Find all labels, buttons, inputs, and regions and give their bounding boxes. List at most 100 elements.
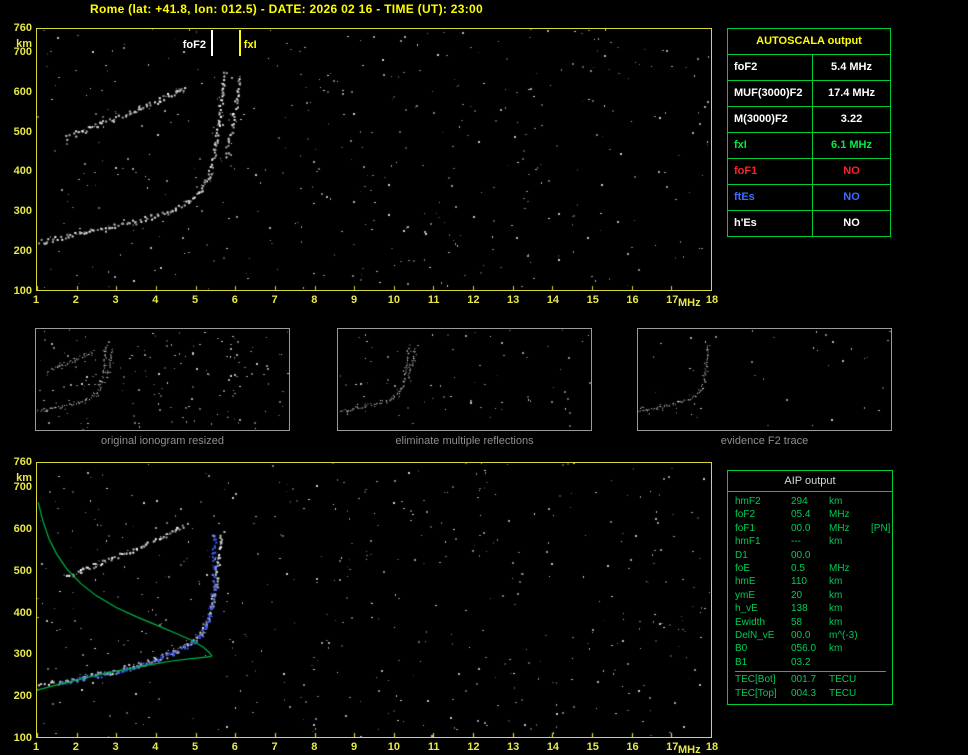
x-tick-label: 8 [311,294,318,306]
y-tick-label: 400 [13,606,32,619]
x-tick-label: 9 [351,741,358,753]
aip-row-fof2: foF2 05.4 MHz [735,508,892,521]
aip-param-unit: MHz [829,509,850,521]
y-tick-label: 600 [13,85,32,98]
aip-row-tectop: TEC[Top] 004.3 TECU [735,687,892,700]
aip-param-unit: km [829,616,843,628]
autoscala-table-title: AUTOSCALA output [756,35,862,47]
aip-param-unit [829,656,871,669]
autoscala-row-label: ftEs [728,185,813,210]
aip-param-name: hmF2 [735,496,761,507]
aip-param-name: foF2 [735,509,756,521]
x-tick-label: 16 [626,741,639,753]
aip-param-name: TEC[Top] [735,687,777,699]
page-title: Rome (lat: +41.8, lon: 012.5) - DATE: 20… [90,2,483,16]
x-tick-label: 7 [271,741,278,753]
x-tick-label: 10 [387,741,400,753]
aip-table-title: AIP output [728,471,892,492]
x-tick-label: 6 [231,294,238,306]
y-tick-label: 200 [13,245,32,258]
autoscala-row-label: h'Es [728,211,813,236]
autoscala-row-hes: h'Es NO [728,210,890,236]
x-tick-label: 11 [427,294,440,306]
aip-param-unit: TECU [829,687,857,699]
x-tick-label: 10 [387,294,400,306]
x-tick-label: 5 [191,294,199,306]
autoscala-row-value: NO [843,217,860,229]
aip-param-name: ymE [735,589,755,601]
aip-row-delnve: DelN_vE 00.0 m^(-3) [735,629,892,642]
thumbnail-1 [35,328,290,431]
aip-param-unit: km [829,496,843,507]
thumbnail-2 [337,328,592,431]
y-tick-label: 400 [13,165,32,178]
x-tick-label: 14 [546,294,560,306]
autoscala-row-value: 6.1 MHz [831,139,872,151]
autoscala-row-label: M(3000)F2 [728,107,813,132]
aip-param-note [871,589,892,602]
aip-param-value: 294 [791,496,808,507]
aip-param-unit: MHz [829,522,850,534]
aip-tec-separator [735,671,886,673]
x-tick-label: 13 [507,741,520,753]
aip-row-d1: D1 00.0 [735,549,892,562]
autoscala-table-rows: foF2 5.4 MHz MUF(3000)F2 17.4 MHz M(3000)F2 3… [728,54,890,236]
profile-ionogram-canvas [37,463,711,737]
fxi-marker-label: fxI [242,39,258,51]
x-tick-label: 6 [231,741,238,753]
aip-param-name: hmE [735,576,756,588]
aip-param-note: [PN] [871,522,891,534]
x-tick-label: 7 [271,294,278,306]
aip-param-unit: km [829,589,843,601]
fof2-marker-label: foF2 [174,39,207,51]
aip-param-unit: km [829,643,843,655]
aip-param-value: 056.0 [791,643,817,655]
autoscala-row-label: foF2 [728,55,813,80]
autoscala-row-fxi: fxI 6.1 MHz [728,132,890,158]
x-tick-label: 15 [586,294,599,306]
aip-row-b1: B1 03.2 [735,656,892,669]
y-tick-label: 760 [13,456,32,468]
aip-param-note [871,656,892,669]
x-tick-label: 1 [32,741,40,753]
autoscala-row-value: 17.4 MHz [827,87,876,99]
aip-param-value: 004.3 [791,687,817,699]
x-tick-label: 1 [32,294,40,306]
aip-param-value: 110 [791,576,807,588]
aip-param-name: B0 [735,643,748,655]
y-tick-label: 600 [13,522,32,535]
aip-output-table: AIP output hmF2 294 km foF2 05.4 MHz foF1 00.0 M… [727,470,893,706]
aip-param-note [871,549,892,562]
x-tick-label: 12 [467,294,480,306]
autoscala-row-value: NO [843,165,860,177]
x-tick-label: 5 [191,741,199,753]
thumbnail-caption: original ionogram resized [101,435,224,447]
aip-param-value: 20 [791,589,803,601]
aip-param-unit: km [829,603,843,615]
autoscala-row-fof1: foF1 NO [728,158,890,184]
aip-param-note [871,575,892,588]
aip-param-name: DelN_vE [735,630,775,642]
aip-param-note [871,687,892,700]
y-axis-unit-label: km [16,38,32,50]
aip-param-note [871,535,892,548]
aip-param-value: 00.0 [791,630,811,642]
aip-param-unit [829,549,871,562]
aip-row-b0: B0 056.0 km [735,642,892,655]
autoscala-row-ftes: ftEs NO [728,184,890,210]
x-axis-unit-label: MHz [678,744,701,755]
main-ionogram-canvas [37,29,711,290]
x-tick-label: 18 [705,741,719,753]
aip-row-foe: foE 0.5 MHz [735,562,892,575]
autoscala-row-muf3000f2: MUF(3000)F2 17.4 MHz [728,80,890,106]
aip-row-fof1: foF1 00.0 MHz [PN] [735,522,892,535]
thumbnail-caption: eliminate multiple reflections [395,435,534,447]
aip-param-value: 58 [791,616,803,628]
x-axis-unit-label: MHz [678,297,701,309]
x-tick-label: 11 [427,741,440,753]
y-tick-label: 760 [13,22,32,34]
aip-param-name: D1 [735,549,748,561]
aip-param-unit: km [829,536,843,548]
autoscala-row-value: NO [843,191,860,203]
aip-param-name: foE [735,563,751,575]
